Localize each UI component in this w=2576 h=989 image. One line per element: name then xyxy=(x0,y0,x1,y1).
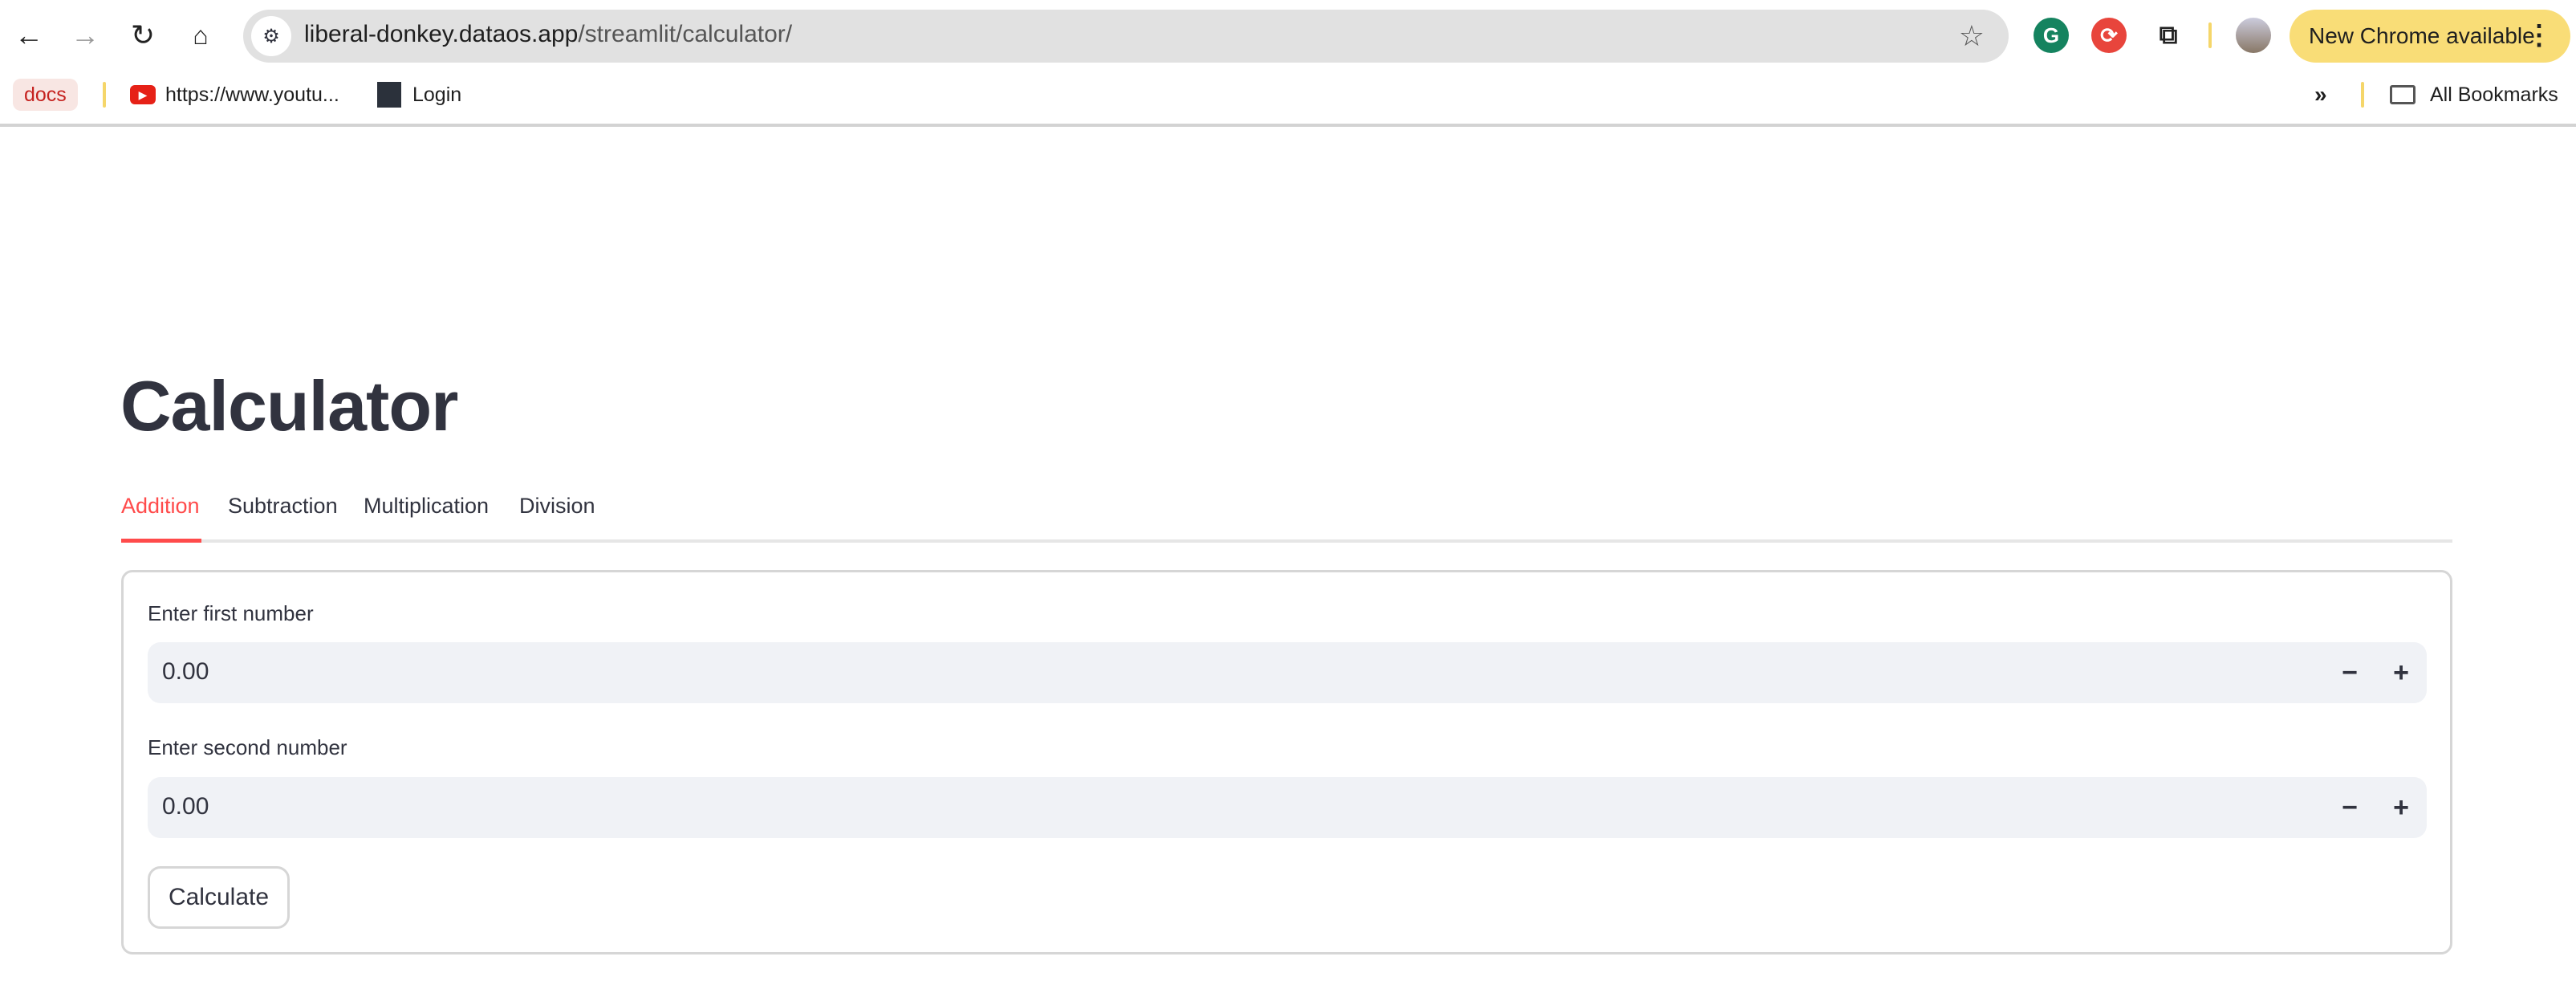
first-number-input[interactable]: 0.00 − + xyxy=(148,642,2427,703)
more-menu-icon[interactable]: ⋮ xyxy=(2525,19,2553,51)
browser-toolbar: ← → ↻ ⌂ ⚙ liberal-donkey.dataos.app/stre… xyxy=(0,0,2576,127)
youtube-icon: ▶ xyxy=(130,85,156,104)
forward-icon[interactable]: → xyxy=(67,18,103,53)
grammarly-icon[interactable]: G xyxy=(2034,18,2069,53)
bookmark-label: docs xyxy=(24,83,67,106)
update-label: New Chrome available xyxy=(2309,23,2535,48)
tab-bar-border xyxy=(121,539,2452,543)
tab-subtraction[interactable]: Subtraction xyxy=(228,494,338,519)
increment-button[interactable]: + xyxy=(2382,788,2420,827)
decrement-button[interactable]: − xyxy=(2330,788,2369,827)
address-bar[interactable]: ⚙ liberal-donkey.dataos.app/streamlit/ca… xyxy=(243,10,2009,63)
tab-division[interactable]: Division xyxy=(519,494,595,519)
second-number-input[interactable]: 0.00 − + xyxy=(148,777,2427,838)
bookmark-youtube[interactable]: ▶ https://www.youtu... xyxy=(130,79,339,111)
tab-multiplication[interactable]: Multiplication xyxy=(364,494,489,519)
bookmark-divider xyxy=(103,82,106,108)
active-tab-indicator xyxy=(121,539,201,543)
second-number-label: Enter second number xyxy=(148,735,347,759)
url-text[interactable]: liberal-donkey.dataos.app/streamlit/calc… xyxy=(304,21,792,48)
increment-button[interactable]: + xyxy=(2382,653,2420,692)
folder-icon xyxy=(2390,85,2416,104)
first-number-label: Enter first number xyxy=(148,601,314,625)
tab-addition[interactable]: Addition xyxy=(121,494,200,519)
sync-extension-icon[interactable]: ⟳ xyxy=(2091,18,2127,53)
bookmark-divider xyxy=(2361,82,2364,108)
profile-avatar[interactable] xyxy=(2236,18,2271,53)
toolbar-divider xyxy=(2208,22,2212,48)
back-icon[interactable]: ← xyxy=(11,18,47,53)
extensions-puzzle-icon[interactable]: ⧉ xyxy=(2151,18,2186,53)
calculate-button[interactable]: Calculate xyxy=(148,866,290,929)
decrement-button[interactable]: − xyxy=(2330,653,2369,692)
login-site-icon xyxy=(377,82,401,108)
reload-icon[interactable]: ↻ xyxy=(125,18,160,53)
url-path: /streamlit/calculator/ xyxy=(578,21,793,47)
site-settings-icon[interactable]: ⚙ xyxy=(251,16,291,56)
bookmark-label: Login xyxy=(412,83,462,106)
first-number-value: 0.00 xyxy=(162,658,209,685)
bookmark-docs[interactable]: docs xyxy=(13,79,78,111)
page-title: Calculator xyxy=(120,366,458,446)
bookmark-star-icon[interactable]: ☆ xyxy=(1959,19,1985,53)
all-bookmarks-label: All Bookmarks xyxy=(2430,83,2558,106)
all-bookmarks-button[interactable]: All Bookmarks xyxy=(2390,79,2558,111)
new-chrome-available-button[interactable]: New Chrome available ⋮ xyxy=(2290,10,2570,63)
second-number-value: 0.00 xyxy=(162,793,209,820)
addition-form xyxy=(121,570,2452,954)
home-icon[interactable]: ⌂ xyxy=(183,18,218,53)
bookmark-login[interactable]: Login xyxy=(377,79,461,111)
url-host: liberal-donkey.dataos.app xyxy=(304,21,579,47)
bookmark-label: https://www.youtu... xyxy=(165,83,339,106)
more-bookmarks-chevron-icon[interactable]: » xyxy=(2314,79,2327,111)
